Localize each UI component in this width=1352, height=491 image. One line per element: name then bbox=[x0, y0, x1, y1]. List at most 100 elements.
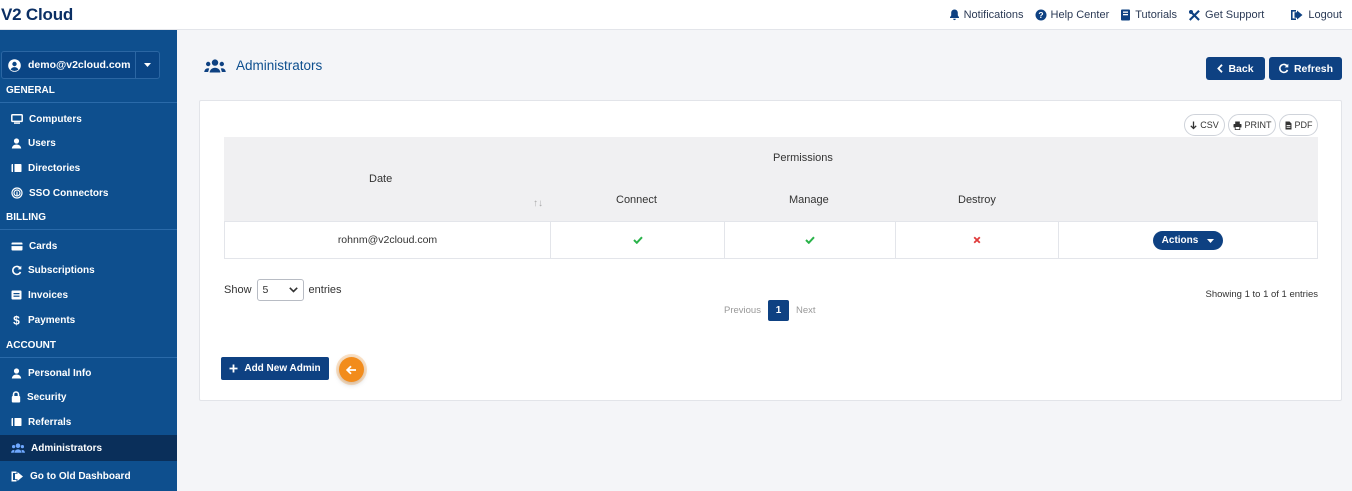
sidebar-label: Subscriptions bbox=[28, 264, 95, 276]
row-actions: Actions bbox=[1059, 222, 1317, 258]
pdf-label: PDF bbox=[1294, 120, 1313, 130]
add-new-admin-button[interactable]: Add New Admin bbox=[221, 357, 329, 380]
refresh-icon bbox=[12, 265, 22, 275]
column-header-destroy: Destroy bbox=[958, 194, 996, 206]
sidebar-item-cards[interactable]: Cards bbox=[0, 234, 177, 258]
column-group-permissions: Permissions bbox=[773, 152, 833, 164]
account-email: demo@v2cloud.com bbox=[28, 59, 131, 71]
previous-button[interactable]: Previous bbox=[724, 305, 761, 316]
printer-icon bbox=[1233, 121, 1241, 130]
sidebar-item-old-dashboard[interactable]: Go to Old Dashboard bbox=[0, 463, 177, 489]
tutorials-link[interactable]: Tutorials bbox=[1120, 9, 1177, 21]
file-pdf-icon bbox=[1285, 121, 1291, 129]
sidebar-item-administrators[interactable]: Administrators bbox=[0, 435, 177, 461]
refresh-label: Refresh bbox=[1293, 62, 1334, 75]
top-nav: Notifications ? Help Center Tutorials Ge… bbox=[938, 0, 1342, 30]
sidebar-label: Personal Info bbox=[28, 367, 92, 379]
page-size-control: Show 5 entries bbox=[224, 279, 342, 301]
sidebar-label: Users bbox=[28, 137, 56, 149]
users-group-icon bbox=[204, 58, 226, 72]
logout-label: Logout bbox=[1308, 9, 1342, 21]
bell-icon bbox=[949, 9, 959, 21]
get-support-link[interactable]: Get Support bbox=[1188, 9, 1264, 22]
book-icon bbox=[1121, 9, 1131, 21]
refresh-button[interactable]: Refresh bbox=[1269, 57, 1342, 80]
next-button[interactable]: Next bbox=[796, 305, 816, 316]
section-billing: BILLING bbox=[0, 206, 177, 230]
table-row: rohnm@v2cloud.com Actions bbox=[224, 221, 1318, 259]
page-size-value: 5 bbox=[262, 284, 269, 296]
section-account: ACCOUNT bbox=[0, 334, 177, 358]
caret-down-icon bbox=[1207, 235, 1215, 246]
logout-link[interactable]: Logout bbox=[1290, 9, 1342, 21]
back-button[interactable]: Back bbox=[1206, 57, 1265, 80]
sidebar-item-invoices[interactable]: Invoices bbox=[0, 283, 177, 307]
sidebar-label: Computers bbox=[29, 113, 82, 125]
entries-label: entries bbox=[308, 284, 342, 296]
invoice-icon bbox=[11, 290, 22, 300]
help-center-link[interactable]: ? Help Center bbox=[1035, 9, 1110, 21]
notifications-label: Notifications bbox=[963, 9, 1024, 21]
actions-label: Actions bbox=[1161, 234, 1199, 246]
section-general: GENERAL bbox=[0, 79, 177, 103]
page-1-button[interactable]: 1 bbox=[767, 300, 789, 321]
column-header-date[interactable]: Date bbox=[369, 173, 392, 185]
account-dropdown[interactable]: demo@v2cloud.com bbox=[1, 51, 160, 79]
tools-icon bbox=[1189, 9, 1200, 21]
sidebar-label: Directories bbox=[28, 162, 81, 174]
user-icon bbox=[11, 367, 22, 378]
show-label: Show bbox=[224, 284, 252, 296]
page-title: Administrators bbox=[236, 58, 323, 73]
arrow-left-icon bbox=[346, 365, 356, 374]
cross-icon bbox=[973, 236, 981, 244]
account-caret[interactable] bbox=[135, 52, 159, 78]
check-icon bbox=[805, 236, 815, 244]
chevron-down-icon bbox=[288, 287, 298, 293]
showing-info: Showing 1 to 1 of 1 entries bbox=[1205, 289, 1319, 300]
sidebar: demo@v2cloud.com GENERAL Computers Users… bbox=[0, 30, 177, 491]
sidebar-item-sso-connectors[interactable]: SSO Connectors bbox=[0, 181, 177, 205]
pagination: Previous 1 Next bbox=[724, 300, 816, 321]
plus-icon bbox=[229, 364, 238, 373]
back-label: Back bbox=[1228, 62, 1254, 75]
dollar-icon: $ bbox=[13, 314, 20, 326]
sidebar-item-subscriptions[interactable]: Subscriptions bbox=[0, 258, 177, 282]
page-size-select[interactable]: 5 bbox=[256, 279, 304, 301]
user-icon bbox=[11, 137, 22, 148]
export-pdf-button[interactable]: PDF bbox=[1279, 114, 1318, 136]
sort-icon[interactable]: ↑↓ bbox=[533, 198, 543, 209]
sidebar-label: SSO Connectors bbox=[29, 187, 109, 199]
referral-icon bbox=[11, 418, 22, 426]
sidebar-item-computers[interactable]: Computers bbox=[0, 107, 177, 131]
fingerprint-icon bbox=[11, 187, 23, 199]
credit-card-icon bbox=[11, 242, 23, 250]
sidebar-label: Security bbox=[27, 391, 67, 403]
sidebar-item-personal-info[interactable]: Personal Info bbox=[0, 361, 177, 385]
sidebar-item-users[interactable]: Users bbox=[0, 131, 177, 155]
notifications-link[interactable]: Notifications bbox=[949, 9, 1024, 21]
sidebar-label: Go to Old Dashboard bbox=[30, 470, 131, 482]
add-new-admin-label: Add New Admin bbox=[244, 363, 321, 374]
actions-dropdown-button[interactable]: Actions bbox=[1153, 230, 1223, 250]
tutorials-label: Tutorials bbox=[1135, 9, 1178, 21]
row-connect bbox=[551, 222, 725, 258]
sidebar-item-referrals[interactable]: Referrals bbox=[0, 410, 177, 434]
row-manage bbox=[725, 222, 896, 258]
export-print-button[interactable]: PRINT bbox=[1228, 114, 1276, 136]
column-header-manage: Manage bbox=[789, 194, 829, 206]
users-group-icon bbox=[11, 443, 25, 453]
sidebar-item-directories[interactable]: Directories bbox=[0, 156, 177, 180]
export-csv-button[interactable]: CSV bbox=[1184, 114, 1225, 136]
brand-logo[interactable]: V2 Cloud bbox=[1, 5, 73, 25]
logout-icon bbox=[1291, 10, 1303, 20]
sidebar-label: Invoices bbox=[28, 289, 69, 301]
sidebar-item-payments[interactable]: $ Payments bbox=[0, 308, 177, 332]
help-center-label: Help Center bbox=[1050, 9, 1110, 21]
sidebar-item-security[interactable]: Security bbox=[0, 385, 177, 409]
sign-out-icon bbox=[11, 471, 23, 481]
refresh-icon bbox=[1279, 63, 1289, 74]
question-circle-icon: ? bbox=[1035, 9, 1047, 21]
monitor-icon bbox=[11, 114, 23, 124]
sidebar-label: Payments bbox=[28, 314, 76, 326]
svg-text:?: ? bbox=[1038, 10, 1043, 20]
